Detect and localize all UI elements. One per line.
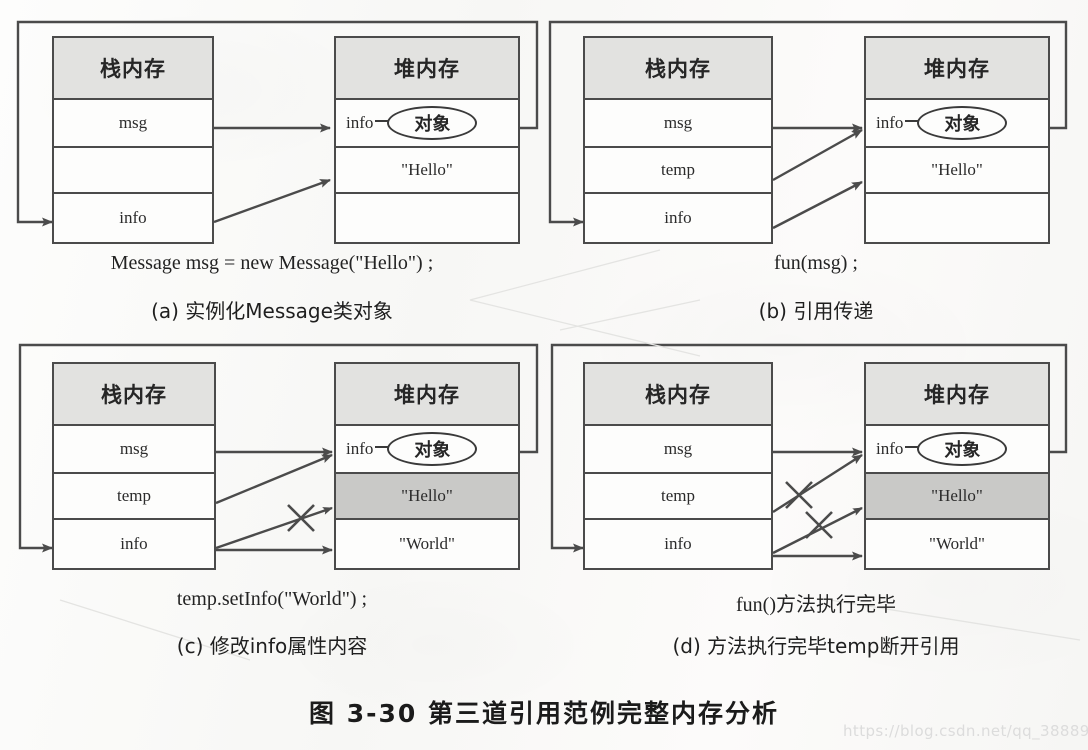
figure-page: 栈内存 msg info 堆内存 info 对象 "Hello" Message… <box>0 0 1088 750</box>
panel-a-sub-caption: (a) 实例化Message类对象 <box>151 299 393 323</box>
panel-b-stack-slot-temp: temp <box>585 148 771 194</box>
panel-b-stack-header: 栈内存 <box>585 38 771 100</box>
panel-b-heap-object-label: info <box>876 113 904 132</box>
panel-c-stack-header: 栈内存 <box>54 364 214 426</box>
panel-c-heap-header: 堆内存 <box>336 364 518 426</box>
panel-d-heap-object-row: info 对象 <box>866 426 1048 474</box>
panel-b-heap-object-row: info 对象 <box>866 100 1048 148</box>
panel-a-stack-table: 栈内存 msg info <box>52 36 214 244</box>
panel-a-stack-slot-info: info <box>119 208 147 227</box>
panel-c-heap-object-label: info <box>346 439 374 458</box>
panel-c-sub-caption: (c) 修改info属性内容 <box>176 634 368 658</box>
panel-c-stack-slot-msg: msg <box>54 426 214 474</box>
panel-d-object-ellipse: 对象 <box>917 432 1008 466</box>
panel-d-code-caption: fun()方法执行完毕 <box>736 594 896 616</box>
panel-a-heap-object-row: info 对象 <box>336 100 518 148</box>
panel-b-heap-slot-empty <box>866 194 1048 242</box>
panel-b-sub-caption: (b) 引用传递 <box>758 299 874 323</box>
panel-b-heap-table: 堆内存 info 对象 "Hello" <box>864 36 1050 244</box>
panel-c-arrows <box>215 447 333 555</box>
panel-a-heap-object-label: info <box>346 113 374 132</box>
panel-a-arrows <box>213 123 331 224</box>
panel-c-object-ellipse: 对象 <box>387 432 478 466</box>
panel-a-stack-slot-msg: msg <box>54 100 212 148</box>
panel-c-heap-slot-hello-garbage: "Hello" <box>336 474 518 520</box>
panel-c-heap-slot-world: "World" <box>399 534 455 553</box>
panel-a-heap-slot-hello: "Hello" <box>336 148 518 194</box>
panel-b-object-ellipse: 对象 <box>917 106 1008 140</box>
panel-a-stack-header: 栈内存 <box>54 38 212 100</box>
panel-a-heap-table: 堆内存 info 对象 "Hello" <box>334 36 520 244</box>
panel-b-heap-slot-hello: "Hello" <box>866 148 1048 194</box>
panel-d-stack-table: 栈内存 msg temp info <box>583 362 773 570</box>
panel-a-stack-slot-empty <box>54 148 212 194</box>
csdn-watermark: https://blog.csdn.net/qq_38889970 <box>843 722 1088 740</box>
panel-d-heap-table: 堆内存 info 对象 "Hello" "World" <box>864 362 1050 570</box>
panel-c-stack-slot-info: info <box>120 534 148 553</box>
panel-d-stack-slot-temp: temp <box>585 474 771 520</box>
panel-d-heap-slot-hello-garbage: "Hello" <box>866 474 1048 520</box>
panel-c-stack-slot-temp: temp <box>54 474 214 520</box>
panel-c-broken-reference-cross <box>287 504 315 532</box>
panel-d-heap-header: 堆内存 <box>866 364 1048 426</box>
panel-a-code-caption: Message msg = new Message("Hello") ; <box>110 252 434 274</box>
panel-b-stack-table: 栈内存 msg temp info <box>583 36 773 244</box>
panel-d-sub-caption: (d) 方法执行完毕temp断开引用 <box>672 634 960 658</box>
panel-c-stack-table: 栈内存 msg temp info <box>52 362 216 570</box>
panel-b-code-caption: fun(msg) ; <box>774 252 858 274</box>
panel-d-stack-header: 栈内存 <box>585 364 771 426</box>
panel-a-object-ellipse: 对象 <box>387 106 478 140</box>
panel-c-heap-object-row: info 对象 <box>336 426 518 474</box>
panel-c-heap-table: 堆内存 info 对象 "Hello" "World" <box>334 362 520 570</box>
panel-c-code-caption: temp.setInfo("World") ; <box>176 588 368 610</box>
panel-b-stack-slot-msg: msg <box>585 100 771 148</box>
panel-b-heap-header: 堆内存 <box>866 38 1048 100</box>
panel-b-arrows <box>772 123 863 230</box>
panel-d-stack-slot-info: info <box>664 534 692 553</box>
panel-d-stack-slot-msg: msg <box>585 426 771 474</box>
panel-a-heap-slot-empty <box>336 194 518 242</box>
panel-a-heap-header: 堆内存 <box>336 38 518 100</box>
panel-d-arrows <box>772 447 863 561</box>
panel-d-heap-object-label: info <box>876 439 904 458</box>
panel-b-stack-slot-info: info <box>664 208 692 227</box>
panel-d-heap-slot-world: "World" <box>929 534 985 553</box>
